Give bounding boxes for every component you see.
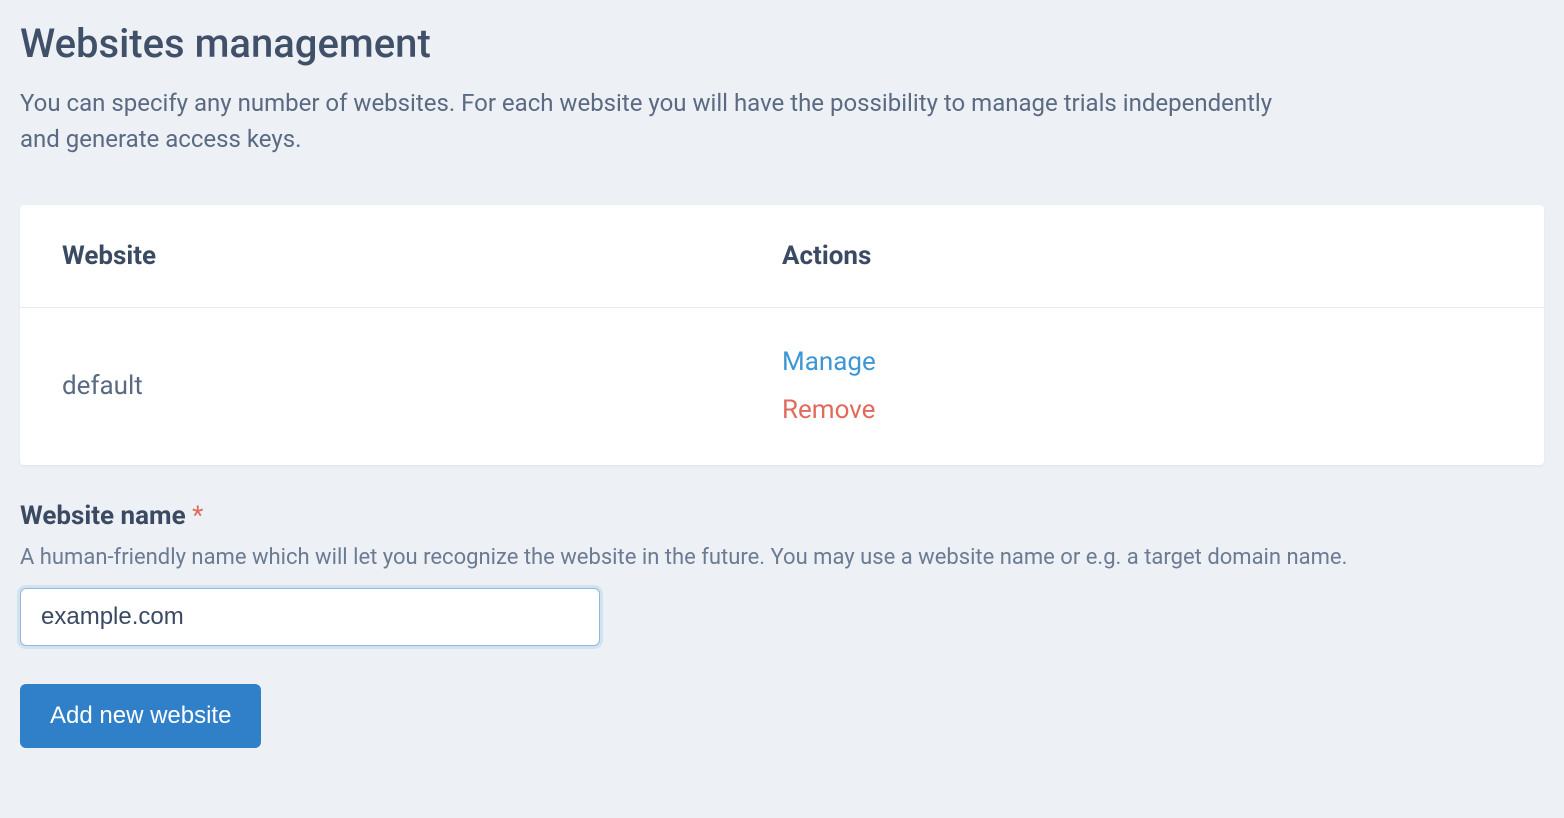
table-header: Website Actions [20, 205, 1544, 308]
add-website-form: Website name * A human-friendly name whi… [20, 501, 1544, 748]
website-name-input[interactable] [20, 588, 600, 646]
page-title: Websites management [20, 20, 1544, 67]
column-header-actions: Actions [782, 241, 1502, 271]
remove-link[interactable]: Remove [782, 392, 1502, 428]
website-cell-actions: Manage Remove [782, 344, 1502, 429]
label-text: Website name [20, 501, 186, 531]
column-header-website: Website [62, 241, 782, 271]
website-name-help: A human-friendly name which will let you… [20, 545, 1544, 570]
website-cell-name: default [62, 371, 782, 401]
page-description: You can specify any number of websites. … [20, 85, 1300, 157]
add-website-button[interactable]: Add new website [20, 684, 261, 748]
website-name-label: Website name * [20, 501, 1544, 531]
websites-table: Website Actions default Manage Remove [20, 205, 1544, 465]
required-indicator: * [192, 501, 203, 531]
table-row: default Manage Remove [20, 308, 1544, 465]
manage-link[interactable]: Manage [782, 344, 1502, 380]
